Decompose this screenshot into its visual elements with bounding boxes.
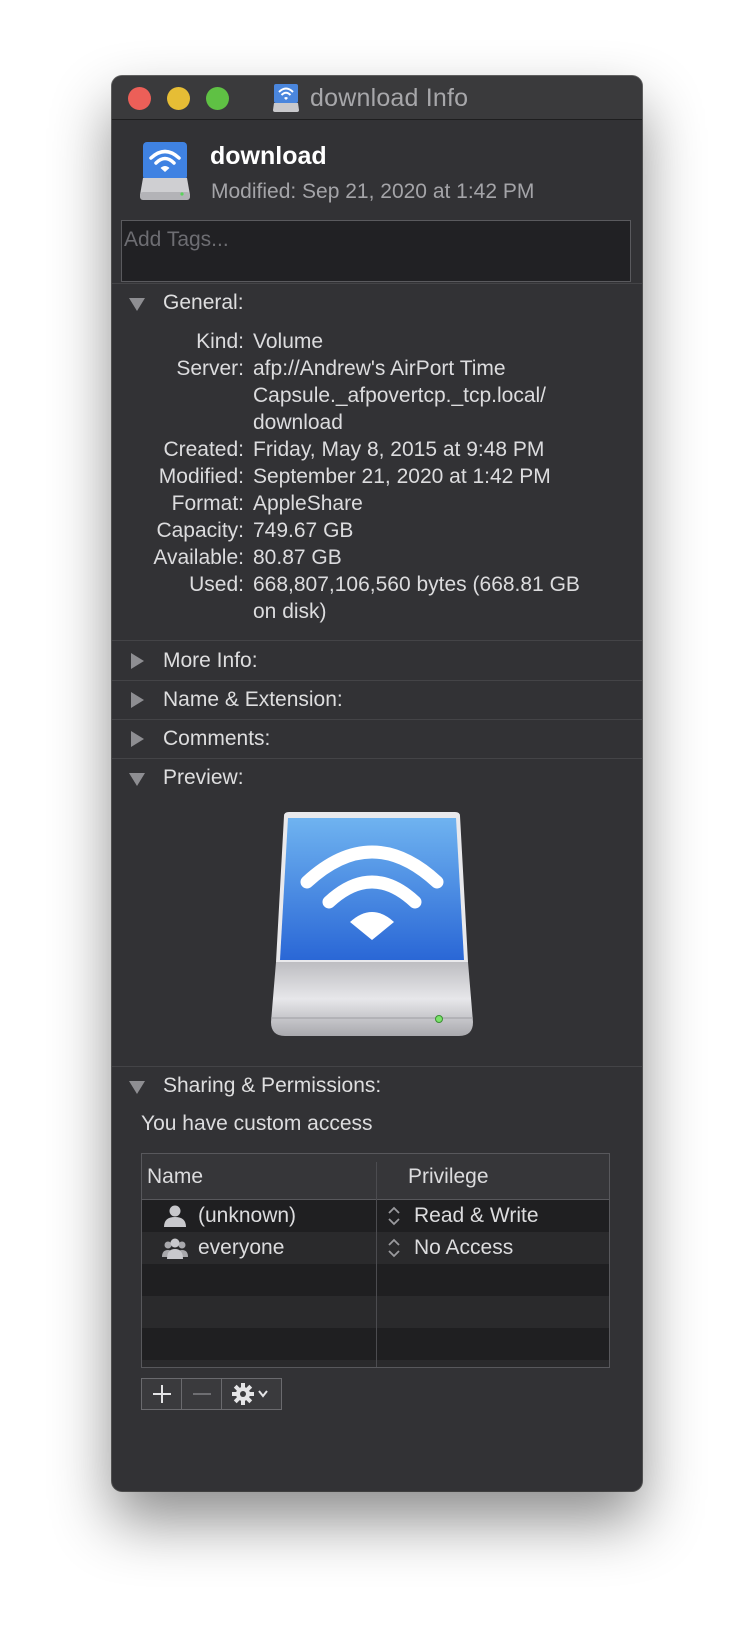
section-general-label: General: [163,291,244,314]
disclosure-triangle-icon[interactable] [128,769,146,787]
server-value: afp://Andrew's AirPort Time Capsule._afp… [253,357,547,434]
used-value: 668,807,106,560 bytes (668.81 GB on disk… [253,573,580,623]
tags-field[interactable] [121,220,631,282]
row-privilege[interactable]: No Access [414,1236,513,1260]
action-menu-button[interactable] [222,1379,281,1409]
network-drive-preview-icon [271,812,473,1036]
capacity-value: 749.67 GB [253,519,354,542]
kind-value: Volume [253,330,324,353]
divider [112,1066,642,1067]
divider [112,283,642,284]
plus-icon [152,1385,171,1403]
format-value: AppleShare [253,492,363,515]
network-drive-icon [273,84,299,112]
remove-user-button[interactable] [182,1379,222,1409]
zoom-button[interactable] [206,87,229,110]
header-modified: Modified: Sep 21, 2020 at 1:42 PM [211,180,535,203]
created-label: Created: [163,438,244,461]
user-icon [164,1205,186,1227]
modified-label: Modified: [158,465,244,488]
section-general[interactable]: General: [128,288,244,318]
title-bar[interactable]: download Info [112,76,642,120]
server-label: Server: [176,357,244,380]
capacity-label: Capacity: [156,519,244,542]
divider [112,680,642,681]
available-value: 80.87 GB [253,546,342,569]
section-preview[interactable]: Preview: [128,763,244,793]
kind-label: Kind: [196,330,244,353]
tags-input[interactable] [122,221,630,281]
section-comments[interactable]: Comments: [128,724,270,754]
disclosure-triangle-icon[interactable] [128,691,146,709]
window-title: download Info [310,83,469,112]
info-header: download Modified: Sep 21, 2020 at 1:42 … [112,120,642,290]
available-label: Available: [153,546,244,569]
section-preview-label: Preview: [163,766,244,789]
format-label: Format: [171,492,244,515]
minus-icon [192,1393,211,1395]
item-name: download [210,142,327,170]
privilege-column-header[interactable]: Privilege [408,1165,489,1189]
section-name-extension[interactable]: Name & Extension: [128,685,343,715]
name-column-header[interactable]: Name [147,1165,203,1189]
access-status: You have custom access [141,1112,373,1135]
section-more-info[interactable]: More Info: [128,646,258,676]
modified-value: September 21, 2020 at 1:42 PM [253,465,551,488]
section-sharing-label: Sharing & Permissions: [163,1074,382,1097]
used-label: Used: [189,573,244,596]
permissions-buttons [141,1378,282,1410]
divider [112,758,642,759]
chevron-down-icon [257,1390,268,1398]
section-name-extension-label: Name & Extension: [163,688,343,711]
general-details: Kind: Volume Server: afp://Andrew's AirP… [112,328,642,625]
row-name: (unknown) [198,1204,297,1227]
info-window: download Info download Modified: Sep 21,… [112,76,642,1491]
divider [112,640,642,641]
section-comments-label: Comments: [163,727,271,750]
disclosure-triangle-icon[interactable] [128,294,146,312]
disclosure-triangle-icon[interactable] [128,1077,146,1095]
network-drive-icon [140,142,190,200]
row-name: everyone [198,1236,285,1259]
row-privilege[interactable]: Read & Write [414,1204,539,1228]
gear-icon [231,1383,268,1405]
disclosure-triangle-icon[interactable] [128,652,146,670]
disclosure-triangle-icon[interactable] [128,730,146,748]
column-separator [376,1162,377,1367]
stepper-icon[interactable] [387,1205,401,1227]
close-button[interactable] [128,87,151,110]
permissions-table: Name Privilege (unknown) Read & Write ev… [141,1153,610,1368]
section-more-info-label: More Info: [163,649,258,672]
created-value: Friday, May 8, 2015 at 9:48 PM [253,438,545,461]
stepper-icon[interactable] [387,1237,401,1259]
group-icon [162,1238,188,1259]
section-sharing[interactable]: Sharing & Permissions: [128,1071,381,1101]
minimize-button[interactable] [167,87,190,110]
add-user-button[interactable] [142,1379,182,1409]
divider [112,719,642,720]
